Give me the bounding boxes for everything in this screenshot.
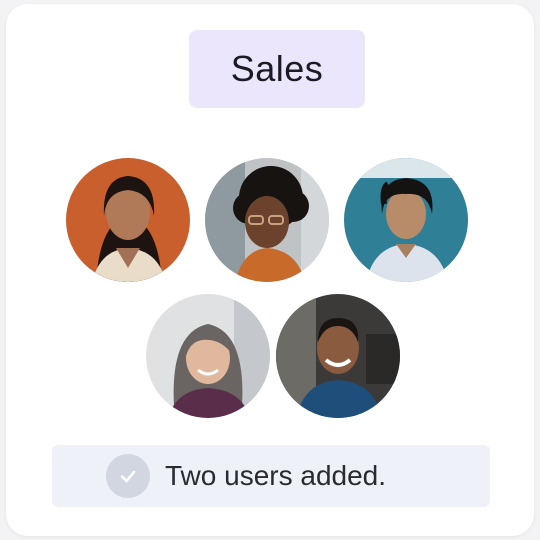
avatar-woman-curly-hair[interactable] xyxy=(205,158,329,282)
team-name-badge: Sales xyxy=(189,30,365,108)
avatar-man-teal-background[interactable] xyxy=(344,158,468,282)
team-name: Sales xyxy=(230,48,324,89)
toast-message: Two users added. xyxy=(165,460,387,491)
check-icon xyxy=(120,470,136,483)
team-card: Sales Two users added. xyxy=(6,4,534,536)
check-circle-icon xyxy=(106,454,150,498)
avatar-woman-orange-background[interactable] xyxy=(66,158,190,282)
avatar-man-smiling[interactable] xyxy=(276,294,400,418)
avatar-image xyxy=(66,158,190,282)
avatar-image xyxy=(276,294,400,418)
avatar-image xyxy=(205,158,329,282)
avatar-woman-gray-hair[interactable] xyxy=(146,294,270,418)
success-toast: Two users added. xyxy=(52,445,490,507)
avatar-image xyxy=(146,294,270,418)
avatar-image xyxy=(344,158,468,282)
